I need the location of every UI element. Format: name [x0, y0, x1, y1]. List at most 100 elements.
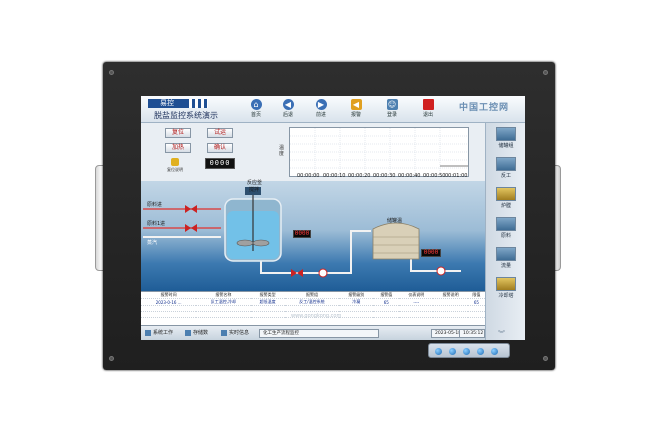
- table-cell: 65: [467, 298, 485, 306]
- alarm-button[interactable]: ◀ 报警: [341, 99, 371, 121]
- right-sidebar: 储罐组 反工 炉膛 原料 流量 冷却塔 ︾: [485, 123, 525, 340]
- material-icon: [496, 217, 516, 231]
- feed-label: 原料进: [147, 202, 163, 208]
- app-logo: 易控 脱盐监控系统演示: [144, 99, 236, 120]
- forward-button[interactable]: ▶ 前进: [306, 99, 336, 121]
- control-panel: 复位 试运 加热 确认 复位说明 0000 温度 00:00:00 00:00:…: [141, 123, 485, 181]
- system-work-label: 系统工作: [153, 330, 174, 336]
- trend-chart-grid: [290, 128, 468, 176]
- trend-tick-label: 00:00:50: [423, 173, 446, 179]
- back-button[interactable]: ◀ 后退: [273, 99, 303, 121]
- furnace-icon: [496, 187, 516, 201]
- process-graphic: [143, 187, 461, 278]
- top-toolbar: 易控 脱盐监控系统演示 ⌂ 首页 ◀ 后退 ▶ 前进 ◀ 报警 ☺ 登录 退出 …: [141, 96, 525, 123]
- realtime-info-button[interactable]: 实时信息: [221, 329, 249, 338]
- tank-label: 储罐温: [387, 218, 403, 224]
- storage-label: 存储数: [193, 330, 209, 336]
- table-cell: 反工温控,冷却: [196, 298, 251, 306]
- sidebar-item-flow[interactable]: 流量: [490, 247, 522, 273]
- reset-info[interactable]: 复位说明: [167, 158, 183, 173]
- system-work-button[interactable]: 系统工作: [145, 329, 173, 338]
- power-button[interactable]: [491, 348, 498, 355]
- trend-time-axis: 00:00:00 00:00:10 00:00:20 00:00:30 00:0…: [291, 173, 471, 179]
- storage-tank: [372, 222, 420, 260]
- trend-tick-label: 00:00:40: [398, 173, 421, 179]
- feed-label: 原料1进: [147, 221, 166, 227]
- up-button[interactable]: [449, 348, 456, 355]
- sidebar-item-chemical[interactable]: 反工: [490, 157, 522, 183]
- forward-icon: ▶: [315, 99, 327, 110]
- table-cell: [433, 298, 468, 306]
- tank-group-icon: [496, 127, 516, 141]
- home-button[interactable]: ⌂ 首页: [241, 99, 271, 121]
- storage-button[interactable]: 存储数: [185, 329, 208, 338]
- trial-run-button[interactable]: 试运: [207, 128, 233, 138]
- hmi-screen: 易控 脱盐监控系统演示 ⌂ 首页 ◀ 后退 ▶ 前进 ◀ 报警 ☺ 登录 退出 …: [141, 96, 525, 340]
- trend-chart: [289, 127, 469, 177]
- home-button-label: 首页: [250, 112, 261, 118]
- alarm-icon: ◀: [350, 99, 362, 110]
- sidebar-more-button[interactable]: ︾: [498, 329, 505, 339]
- alarm-button-label: 报警: [350, 112, 361, 118]
- auto-button[interactable]: [477, 348, 484, 355]
- hand-icon: [171, 158, 179, 166]
- table-cell: 65: [373, 298, 400, 306]
- sidebar-item-label: 原料: [500, 233, 511, 239]
- table-watermark: www.gongkong.com: [291, 313, 342, 319]
- down-button[interactable]: [463, 348, 470, 355]
- table-cell: 冷凝: [339, 298, 374, 306]
- tank-value-display: 0000: [421, 249, 441, 257]
- exit-button-label: 退出: [422, 112, 433, 118]
- confirm-button[interactable]: 确认: [207, 143, 233, 153]
- screw: [543, 356, 548, 361]
- system-icon: [145, 329, 151, 336]
- app-title: 脱盐监控系统演示: [154, 111, 218, 120]
- sidebar-item-label: 冷却塔: [498, 293, 514, 299]
- sidebar-item-furnace[interactable]: 炉膛: [490, 187, 522, 213]
- screw: [109, 356, 114, 361]
- counter-display: 0000: [205, 158, 235, 169]
- pump-icon: [436, 266, 446, 276]
- realtime-info-label: 实时信息: [229, 330, 250, 336]
- reactor-sub-label: 搅拌: [249, 187, 260, 193]
- reactor-label: 反应釜: [247, 180, 263, 186]
- sidebar-item-cooling-tower[interactable]: 冷却塔: [490, 277, 522, 303]
- sidebar-item-material[interactable]: 原料: [490, 217, 522, 243]
- reset-info-label: 复位说明: [167, 167, 183, 172]
- login-button[interactable]: ☺ 登录: [377, 99, 407, 121]
- storage-icon: [185, 329, 191, 336]
- exit-button[interactable]: 退出: [413, 99, 443, 121]
- status-time: 10:35:12: [459, 329, 485, 338]
- trend-tick-label: 00:01:00: [445, 173, 468, 179]
- sidebar-item-tank-group[interactable]: 储罐组: [490, 127, 522, 153]
- back-icon: ◀: [282, 99, 294, 110]
- reactor-value-display: 0000: [293, 230, 311, 238]
- table-cell: 反工/温控系统: [284, 298, 340, 306]
- process-diagram: 反应釜 搅拌 储罐温 原料进 原料1进 蒸汽 0000 0000: [141, 180, 485, 291]
- logo-badge: 易控: [148, 99, 186, 108]
- heat-button[interactable]: 加热: [165, 143, 191, 153]
- table-cell: 2023-0-16 ...: [141, 298, 197, 306]
- login-button-label: 登录: [386, 112, 397, 118]
- alarm-table: 报警时间 报警名称 报警类型 报警组 报警级别 报警值 仪表说明 报警说明 限值…: [141, 291, 485, 325]
- sidebar-item-label: 流量: [500, 263, 511, 269]
- menu-button[interactable]: [435, 348, 442, 355]
- table-cell: ----: [399, 298, 434, 306]
- status-message: 化工生产流程监控: [259, 329, 379, 338]
- pump-icon: [318, 268, 328, 278]
- info-icon: [221, 329, 227, 336]
- logo-checker-flag: [186, 99, 208, 108]
- cooling-tower-icon: [496, 277, 516, 291]
- trend-tick-label: 00:00:20: [348, 173, 371, 179]
- reset-button[interactable]: 复位: [165, 128, 191, 138]
- table-cell: 超低温度: [250, 298, 285, 306]
- screw: [543, 70, 548, 75]
- feed-label: 蒸汽: [147, 240, 158, 246]
- trend-tick-label: 00:00:00: [297, 173, 320, 179]
- front-control-panel: [428, 343, 510, 358]
- table-row[interactable]: 2023-0-16 ... 反工温控,冷却 超低温度 反工/温控系统 冷凝 65…: [141, 298, 485, 306]
- flow-icon: [496, 247, 516, 261]
- home-icon: ⌂: [250, 99, 262, 110]
- trend-axis-label: 温度: [279, 145, 285, 157]
- exit-icon: [422, 99, 434, 110]
